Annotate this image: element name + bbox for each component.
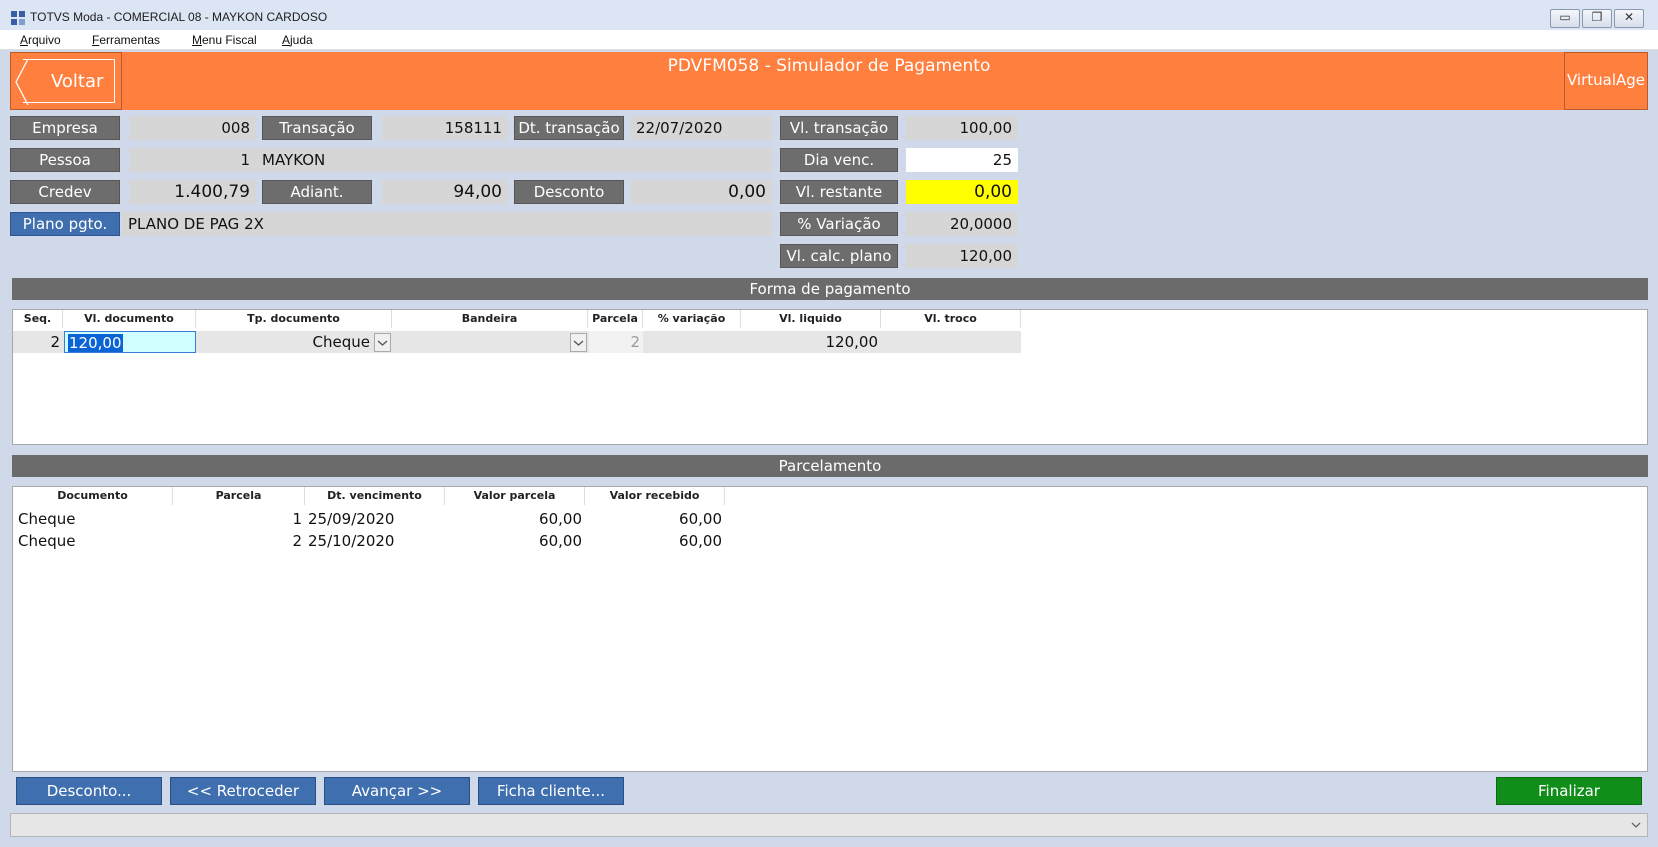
menubar: Arquivo Ferramentas Menu Fiscal Ajuda	[0, 30, 1658, 50]
plano-pgto-value: PLANO DE PAG 2X	[122, 212, 772, 236]
adiant-button[interactable]: Adiant.	[262, 180, 372, 204]
menu-arquivo[interactable]: Arquivo	[20, 33, 61, 47]
vl-calc-plano-value: 120,00	[906, 244, 1018, 268]
parcelamento-grid: Documento Parcela Dt. vencimento Valor p…	[12, 486, 1648, 772]
chevron-down-icon	[573, 340, 584, 346]
menu-fiscal[interactable]: Menu Fiscal	[192, 33, 257, 47]
adiant-value: 94,00	[382, 180, 508, 204]
parcelamento-header: Parcelamento	[12, 455, 1648, 477]
table-row[interactable]: Cheque 2 25/10/2020 60,00 60,00	[13, 530, 725, 552]
transacao-button[interactable]: Transação	[262, 116, 372, 140]
variacao-value: 20,0000	[906, 212, 1018, 236]
col-parcela[interactable]: Parcela	[588, 310, 643, 328]
minimize-icon: ▭	[1559, 10, 1571, 24]
window-title: TOTVS Moda - COMERCIAL 08 - MAYKON CARDO…	[30, 10, 328, 24]
cell-documento: Cheque	[18, 510, 76, 528]
chevron-down-icon[interactable]	[1629, 818, 1643, 832]
col-seq[interactable]: Seq.	[13, 310, 63, 328]
table-row[interactable]: 2 120,00 Cheque 2 120,00	[13, 331, 1021, 353]
menu-ferramentas[interactable]: Ferramentas	[92, 33, 160, 47]
vl-calc-plano-button[interactable]: Vl. calc. plano	[780, 244, 898, 268]
cell-dt-vencimento: 25/10/2020	[308, 532, 395, 550]
cell-parcela: 2	[292, 532, 302, 550]
cell-seq: 2	[50, 333, 60, 351]
vl-restante-value: 0,00	[906, 180, 1018, 204]
empresa-value: 008	[130, 116, 256, 140]
col-bandeira[interactable]: Bandeira	[392, 310, 588, 328]
vl-documento-input[interactable]: 120,00	[64, 331, 196, 353]
col-documento[interactable]: Documento	[13, 487, 173, 505]
pessoa-button[interactable]: Pessoa	[10, 148, 120, 172]
close-button[interactable]: ✕	[1614, 9, 1644, 28]
col-valor-recebido[interactable]: Valor recebido	[585, 487, 725, 505]
close-icon: ✕	[1623, 10, 1635, 24]
cell-valor-recebido: 60,00	[679, 510, 722, 528]
col-tp-documento[interactable]: Tp. documento	[196, 310, 392, 328]
credev-value: 1.400,79	[130, 180, 256, 204]
ficha-cliente-button[interactable]: Ficha cliente...	[478, 777, 624, 805]
cell-valor-parcela: 60,00	[539, 510, 582, 528]
table-row[interactable]: Cheque 1 25/09/2020 60,00 60,00	[13, 508, 725, 530]
vl-transacao-value: 100,00	[906, 116, 1018, 140]
brand-label: VirtualAge	[1566, 71, 1646, 89]
retroceder-button[interactable]: << Retroceder	[170, 777, 316, 805]
cell-parcela: 2	[589, 331, 643, 353]
tp-documento-select[interactable]: Cheque	[198, 331, 373, 353]
maximize-icon: ❐	[1591, 10, 1603, 24]
pessoa-name: MAYKON	[256, 148, 772, 172]
col-vl-documento[interactable]: Vl. documento	[63, 310, 196, 328]
bandeira-select[interactable]	[394, 331, 570, 353]
dt-transacao-value: 22/07/2020	[630, 116, 772, 140]
avancar-button[interactable]: Avançar >>	[324, 777, 470, 805]
cell-parcela: 1	[292, 510, 302, 528]
forma-pagamento-header: Forma de pagamento	[12, 278, 1648, 300]
cell-vl-troco	[881, 331, 1021, 353]
brand-button[interactable]: VirtualAge	[1564, 52, 1648, 110]
col-valor-parcela[interactable]: Valor parcela	[445, 487, 585, 505]
transacao-value: 158111	[382, 116, 508, 140]
col-vl-troco[interactable]: Vl. troco	[881, 310, 1021, 328]
bandeira-dropdown-button[interactable]	[570, 333, 587, 352]
finalizar-button[interactable]: Finalizar	[1496, 777, 1642, 805]
cell-variacao	[643, 331, 741, 353]
col-dt-vencimento[interactable]: Dt. vencimento	[305, 487, 445, 505]
cell-valor-parcela: 60,00	[539, 532, 582, 550]
col-vl-liquido[interactable]: Vl. liquido	[741, 310, 881, 328]
vl-documento-selection: 120,00	[68, 334, 123, 352]
col-variacao[interactable]: % variação	[643, 310, 741, 328]
credev-button[interactable]: Credev	[10, 180, 120, 204]
pessoa-code: 1	[130, 148, 256, 172]
dia-venc-button[interactable]: Dia venc.	[780, 148, 898, 172]
desconto-value: 0,00	[630, 180, 772, 204]
minimize-button[interactable]: ▭	[1550, 9, 1580, 28]
app-icon	[11, 11, 25, 25]
plano-pgto-button[interactable]: Plano pgto.	[10, 212, 120, 236]
vl-restante-button[interactable]: Vl. restante	[780, 180, 898, 204]
vl-transacao-button[interactable]: Vl. transação	[780, 116, 898, 140]
col-parcela[interactable]: Parcela	[173, 487, 305, 505]
status-bar	[10, 813, 1648, 837]
cell-dt-vencimento: 25/09/2020	[308, 510, 395, 528]
dt-transacao-button[interactable]: Dt. transação	[514, 116, 624, 140]
desconto-button[interactable]: Desconto	[514, 180, 624, 204]
cell-vl-liquido: 120,00	[825, 333, 879, 351]
variacao-button[interactable]: % Variação	[780, 212, 898, 236]
cell-valor-recebido: 60,00	[679, 532, 722, 550]
maximize-button[interactable]: ❐	[1582, 9, 1612, 28]
dia-venc-input[interactable]: 25	[906, 148, 1018, 172]
desconto-action-button[interactable]: Desconto...	[16, 777, 162, 805]
page-title: PDVFM058 - Simulador de Pagamento	[667, 56, 991, 76]
chevron-down-icon	[377, 340, 388, 346]
page-header: Voltar PDVFM058 - Simulador de Pagamento…	[10, 52, 1648, 110]
menu-ajuda[interactable]: Ajuda	[282, 33, 313, 47]
forma-pagamento-grid: Seq. Vl. documento Tp. documento Bandeir…	[12, 309, 1648, 445]
empresa-button[interactable]: Empresa	[10, 116, 120, 140]
tp-documento-dropdown-button[interactable]	[374, 333, 391, 352]
cell-documento: Cheque	[18, 532, 76, 550]
